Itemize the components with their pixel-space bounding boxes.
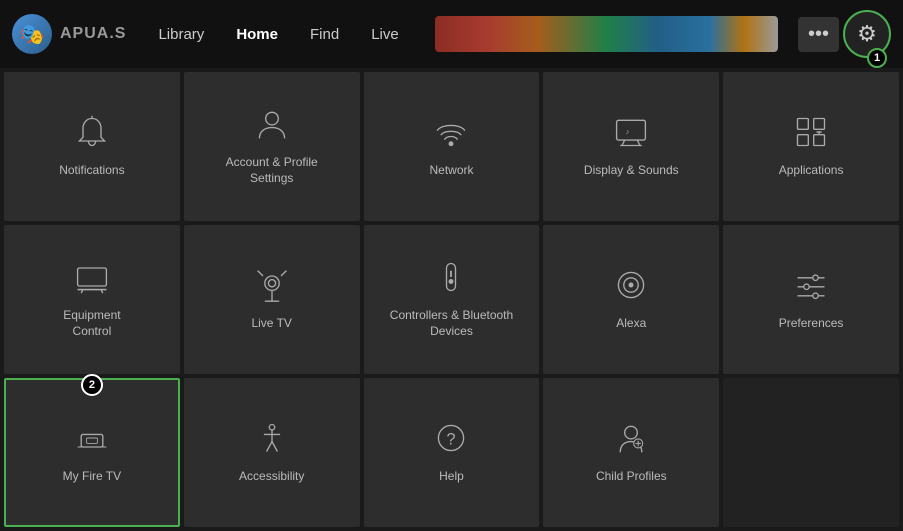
svg-text:♪: ♪ <box>626 127 630 136</box>
topbar: 🎭 APUA.S Library Home Find Live ••• ⚙ 1 <box>0 0 903 68</box>
badge-2: 2 <box>81 374 103 396</box>
nav-find[interactable]: Find <box>294 18 355 51</box>
wifi-icon <box>433 114 469 155</box>
grid-item-preferences[interactable]: Preferences <box>723 225 899 374</box>
my-fire-tv-label: My Fire TV <box>63 469 121 485</box>
grid-item-equipment-control[interactable]: Equipment Control <box>4 225 180 374</box>
svg-text:?: ? <box>447 431 456 449</box>
alexa-icon <box>613 267 649 308</box>
grid-item-help[interactable]: ? Help <box>364 378 540 527</box>
nav-links: Library Home Find Live <box>142 18 414 51</box>
network-label: Network <box>429 163 473 179</box>
grid-item-notifications[interactable]: Notifications <box>4 72 180 221</box>
firetv-icon <box>74 420 110 461</box>
grid-item-child-profiles[interactable]: Child Profiles <box>543 378 719 527</box>
search-bar[interactable] <box>435 16 778 52</box>
grid-item-alexa[interactable]: Alexa <box>543 225 719 374</box>
person-icon <box>254 106 290 147</box>
logo-icon: 🎭 <box>12 14 52 54</box>
grid-item-live-tv[interactable]: Live TV <box>184 225 360 374</box>
grid-item-display-sounds[interactable]: ♪ Display & Sounds <box>543 72 719 221</box>
nav-library[interactable]: Library <box>142 18 220 51</box>
grid-item-account[interactable]: Account & Profile Settings <box>184 72 360 221</box>
gear-icon: ⚙ <box>857 21 877 47</box>
grid-item-controllers[interactable]: Controllers & Bluetooth Devices <box>364 225 540 374</box>
topbar-right: ••• ⚙ 1 <box>798 10 891 58</box>
accessibility-label: Accessibility <box>239 469 304 485</box>
equipment-control-label: Equipment Control <box>63 308 120 339</box>
child-icon <box>613 420 649 461</box>
bell-icon <box>74 114 110 155</box>
help-label: Help <box>439 469 464 485</box>
grid-item-my-fire-tv[interactable]: 2 My Fire TV <box>4 378 180 527</box>
help-icon: ? <box>433 420 469 461</box>
accessibility-icon <box>254 420 290 461</box>
more-options-button[interactable]: ••• <box>798 17 839 52</box>
display-icon: ♪ <box>613 114 649 155</box>
badge-1: 1 <box>867 48 887 68</box>
display-sounds-label: Display & Sounds <box>584 163 679 179</box>
nav-live[interactable]: Live <box>355 18 415 51</box>
sliders-icon <box>793 267 829 308</box>
nav-home[interactable]: Home <box>220 18 294 51</box>
tv-icon <box>74 259 110 300</box>
applications-label: Applications <box>779 163 844 179</box>
notifications-label: Notifications <box>59 163 124 179</box>
settings-grid: Notifications Account & Profile Settings… <box>0 68 903 531</box>
antenna-icon <box>254 267 290 308</box>
live-tv-label: Live TV <box>251 316 291 332</box>
account-label: Account & Profile Settings <box>226 155 318 186</box>
controllers-label: Controllers & Bluetooth Devices <box>390 308 513 339</box>
grid-item-applications[interactable]: Applications <box>723 72 899 221</box>
alexa-label: Alexa <box>616 316 646 332</box>
preferences-label: Preferences <box>779 316 844 332</box>
logo-text: APUA.S <box>60 25 126 43</box>
grid-item-accessibility[interactable]: Accessibility <box>184 378 360 527</box>
logo-area: 🎭 APUA.S <box>12 14 126 54</box>
apps-icon <box>793 114 829 155</box>
grid-item-network[interactable]: Network <box>364 72 540 221</box>
grid-item-empty <box>723 378 899 527</box>
remote-icon <box>433 259 469 300</box>
child-profiles-label: Child Profiles <box>596 469 667 485</box>
